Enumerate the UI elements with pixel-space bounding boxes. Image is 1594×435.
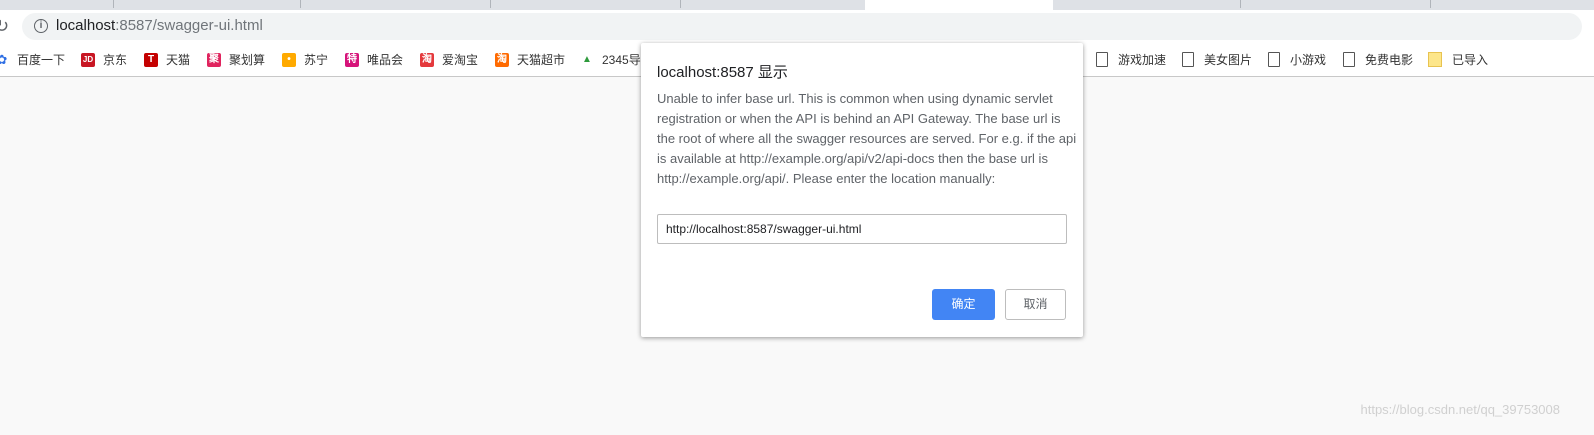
- url-text[interactable]: localhost:8587/swagger-ui.html: [56, 17, 263, 34]
- bookmark-label: 已导入: [1452, 53, 1489, 67]
- juhuasuan-icon: 聚: [207, 52, 221, 67]
- bookmark-label: 美女图片: [1204, 53, 1253, 67]
- tab-divider: [113, 0, 114, 8]
- bookmark-mini-games[interactable]: 小游戏: [1268, 51, 1326, 68]
- tab-strip: [0, 0, 1594, 10]
- 2345-icon: ▲: [582, 53, 592, 65]
- bookmark-suning[interactable]: • 苏宁: [282, 51, 328, 68]
- folder-icon: [1428, 52, 1442, 67]
- bookmark-label: 爱淘宝: [442, 53, 479, 67]
- baidu-paw-icon: ✿: [0, 51, 8, 67]
- bookmark-label: 百度一下: [17, 53, 66, 67]
- bookmark-label: 游戏加速: [1118, 53, 1167, 67]
- aitaobao-icon: 淘: [420, 52, 434, 67]
- bookmark-jd[interactable]: JD 京东: [81, 51, 127, 68]
- page-icon: [1343, 52, 1355, 67]
- dialog-message: Unable to infer base url. This is common…: [657, 91, 1077, 186]
- tab-active[interactable]: [865, 0, 1053, 10]
- bookmark-label: 聚划算: [229, 53, 266, 67]
- bookmark-2345[interactable]: ▲ 2345导: [580, 51, 641, 68]
- bookmark-label: 小游戏: [1290, 53, 1327, 67]
- prompt-dialog: localhost:8587 显示 Unable to infer base u…: [641, 43, 1083, 337]
- page-icon: [1096, 52, 1108, 67]
- page-icon: [1182, 52, 1194, 67]
- bookmark-juhuasuan[interactable]: 聚聚划算: [207, 51, 265, 68]
- bookmark-game-boost[interactable]: 游戏加速: [1096, 51, 1166, 68]
- bookmark-pictures[interactable]: 美女图片: [1182, 51, 1252, 68]
- suning-icon: •: [282, 52, 296, 67]
- vip-icon: 特: [345, 52, 359, 67]
- ok-button[interactable]: 确定: [932, 289, 995, 320]
- bookmark-label: 天猫: [166, 53, 191, 67]
- bookmark-folder-imported[interactable]: 已导入: [1428, 51, 1488, 68]
- bookmark-label: 2345导: [602, 53, 641, 67]
- base-url-input[interactable]: [657, 214, 1067, 244]
- tab-divider: [680, 0, 681, 8]
- bookmark-label: 免费电影: [1365, 53, 1414, 67]
- tab-divider: [490, 0, 491, 8]
- reload-icon[interactable]: ↻: [0, 16, 9, 37]
- bookmark-movies[interactable]: 免费电影: [1343, 51, 1413, 68]
- watermark: https://blog.csdn.net/qq_39753008: [1360, 402, 1561, 417]
- url-host: localhost: [56, 17, 116, 34]
- cancel-button[interactable]: 取消: [1005, 289, 1066, 320]
- bookmark-tmall-market[interactable]: 淘天猫超市: [495, 51, 565, 68]
- bookmark-label: 唯品会: [367, 53, 404, 67]
- bookmark-label: 京东: [103, 53, 128, 67]
- tab-divider: [1430, 0, 1431, 8]
- tmall-icon: T: [144, 52, 158, 67]
- tab-divider: [1240, 0, 1241, 8]
- page-icon: [1268, 52, 1280, 67]
- dialog-title: localhost:8587 显示: [657, 64, 788, 81]
- bookmark-label: 天猫超市: [517, 53, 566, 67]
- bookmark-vip[interactable]: 特唯品会: [345, 51, 403, 68]
- jd-icon: JD: [81, 52, 95, 67]
- bookmark-tmall[interactable]: T 天猫: [144, 51, 190, 68]
- tmall-market-icon: 淘: [495, 52, 509, 67]
- bookmark-label: 苏宁: [304, 53, 329, 67]
- url-path: :8587/swagger-ui.html: [115, 17, 263, 34]
- bookmark-baidu[interactable]: ✿ 百度一下: [0, 51, 65, 68]
- bookmark-aitaobao[interactable]: 淘爱淘宝: [420, 51, 478, 68]
- info-icon[interactable]: i: [34, 19, 48, 33]
- tab-divider: [300, 0, 301, 8]
